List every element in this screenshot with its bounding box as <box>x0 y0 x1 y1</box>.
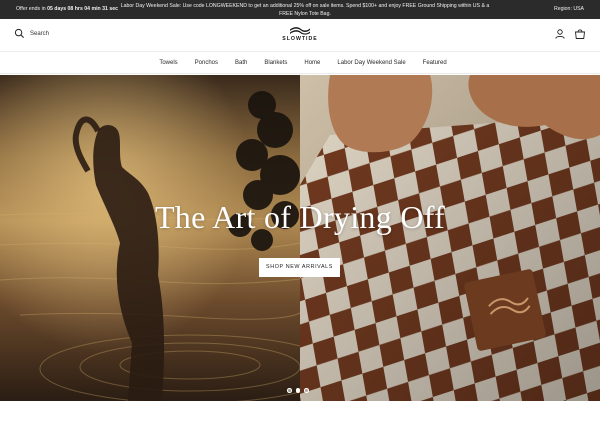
brand-logo[interactable]: SLOWTIDE <box>278 25 322 42</box>
timer-value: 05 days 08 hrs 04 min 31 sec <box>47 6 119 12</box>
hero-banner[interactable]: The Art of Drying Off SHOP NEW ARRIVALS <box>0 75 600 401</box>
shop-new-arrivals-button[interactable]: SHOP NEW ARRIVALS <box>259 258 340 277</box>
slide-dot-3[interactable] <box>304 388 309 393</box>
main-navigation: Towels Ponchos Bath Blankets Home Labor … <box>0 51 600 74</box>
announcement-bar: Offer ends in 05 days 08 hrs 04 min 31 s… <box>0 0 600 19</box>
countdown-timer: Offer ends in 05 days 08 hrs 04 min 31 s… <box>16 6 118 12</box>
slide-dot-2[interactable] <box>295 388 300 393</box>
search-label: Search <box>30 30 50 37</box>
nav-item-labor-day-sale[interactable]: Labor Day Weekend Sale <box>329 60 414 66</box>
nav-item-ponchos[interactable]: Ponchos <box>186 60 226 66</box>
cart-icon[interactable] <box>574 28 586 40</box>
header-actions <box>554 28 586 40</box>
nav-item-blankets[interactable]: Blankets <box>256 60 296 66</box>
slide-dot-1[interactable] <box>287 388 292 393</box>
nav-item-bath[interactable]: Bath <box>227 60 256 66</box>
nav-item-featured[interactable]: Featured <box>414 60 455 66</box>
search-icon <box>14 28 24 38</box>
search-button[interactable]: Search <box>14 28 49 39</box>
account-icon[interactable] <box>554 28 566 40</box>
promo-message: Labor Day Weekend Sale: Use code LONGWEE… <box>120 2 490 17</box>
hero-title: The Art of Drying Off <box>154 199 446 235</box>
nav-item-home[interactable]: Home <box>296 60 329 66</box>
hero-image <box>0 75 600 401</box>
logo-text: SLOWTIDE <box>282 36 318 42</box>
page-content-below <box>0 401 600 423</box>
timer-prefix: Offer ends in <box>16 6 46 12</box>
region-selector[interactable]: Region: USA <box>554 6 584 12</box>
wave-logo-icon <box>290 27 310 35</box>
slide-indicators <box>287 388 309 393</box>
nav-item-towels[interactable]: Towels <box>151 60 186 66</box>
site-header: Search SLOWTIDE <box>0 19 600 51</box>
